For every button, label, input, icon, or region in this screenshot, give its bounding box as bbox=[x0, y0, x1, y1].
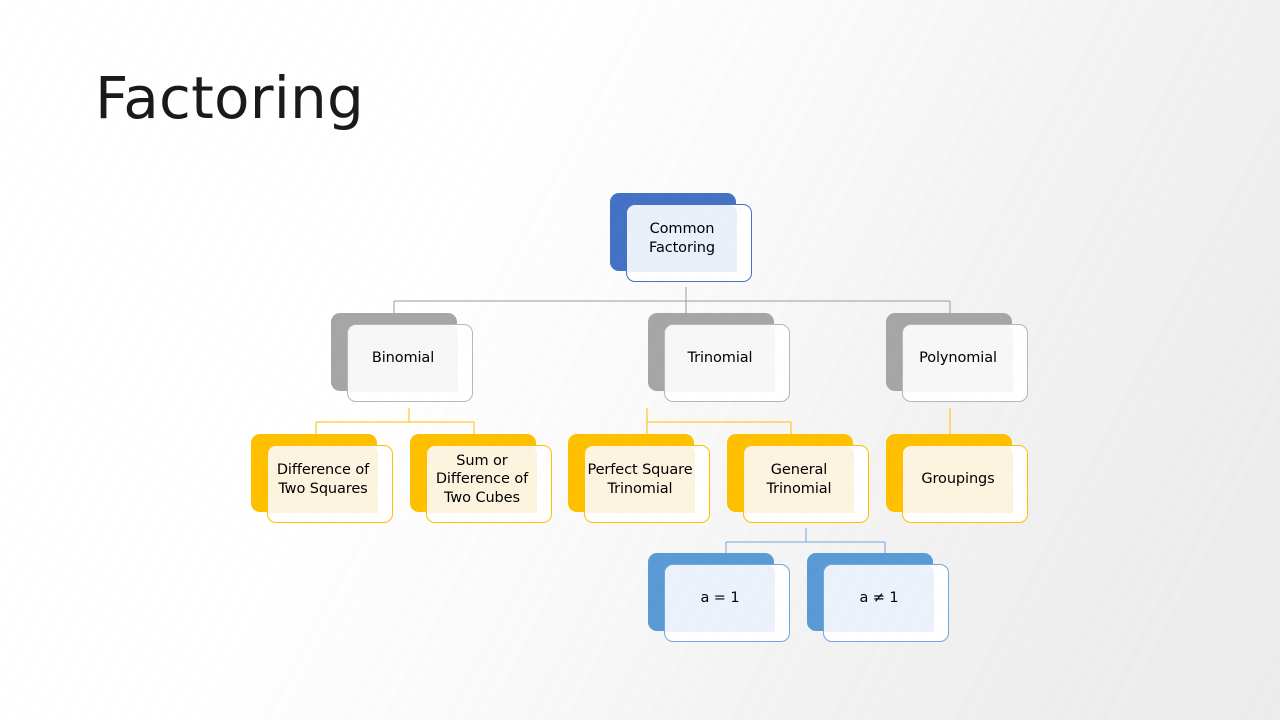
node-a-not-equals-1[interactable]: a ≠ 1 bbox=[807, 553, 965, 653]
node-card: Sum or Difference of Two Cubes bbox=[426, 445, 552, 523]
node-label: Perfect Square Trinomial bbox=[587, 461, 693, 497]
node-difference-of-two-squares[interactable]: Difference of Two Squares bbox=[251, 434, 409, 534]
node-common-factoring[interactable]: Common Factoring bbox=[610, 193, 768, 293]
node-trinomial[interactable]: Trinomial bbox=[648, 313, 806, 413]
node-polynomial[interactable]: Polynomial bbox=[886, 313, 1044, 413]
connector-lines bbox=[315, 287, 951, 556]
node-card: Difference of Two Squares bbox=[267, 445, 393, 523]
node-card: a = 1 bbox=[664, 564, 790, 642]
node-label: Common Factoring bbox=[649, 220, 715, 256]
node-binomial[interactable]: Binomial bbox=[331, 313, 489, 413]
node-label: Trinomial bbox=[687, 350, 753, 367]
node-label: Sum or Difference of Two Cubes bbox=[435, 452, 529, 506]
node-card: Groupings bbox=[902, 445, 1028, 523]
node-groupings[interactable]: Groupings bbox=[886, 434, 1044, 534]
node-label: Groupings bbox=[921, 471, 995, 488]
node-card: Binomial bbox=[347, 324, 473, 402]
node-label: Difference of Two Squares bbox=[276, 461, 370, 497]
node-card: Polynomial bbox=[902, 324, 1028, 402]
node-label: Polynomial bbox=[919, 350, 997, 367]
node-card: a ≠ 1 bbox=[823, 564, 949, 642]
node-general-trinomial[interactable]: General Trinomial bbox=[727, 434, 885, 534]
node-label: a ≠ 1 bbox=[859, 590, 899, 607]
node-sum-or-difference-of-two-cubes[interactable]: Sum or Difference of Two Cubes bbox=[410, 434, 568, 534]
node-perfect-square-trinomial[interactable]: Perfect Square Trinomial bbox=[568, 434, 726, 534]
node-label: a = 1 bbox=[700, 590, 740, 607]
node-card: Trinomial bbox=[664, 324, 790, 402]
node-card: General Trinomial bbox=[743, 445, 869, 523]
node-a-equals-1[interactable]: a = 1 bbox=[648, 553, 806, 653]
node-card: Perfect Square Trinomial bbox=[584, 445, 710, 523]
slide-canvas: Factoring Common Factoring Binomial Trin… bbox=[0, 0, 1280, 720]
node-card: Common Factoring bbox=[626, 204, 752, 282]
node-label: Binomial bbox=[371, 350, 435, 367]
node-label: General Trinomial bbox=[766, 461, 832, 497]
